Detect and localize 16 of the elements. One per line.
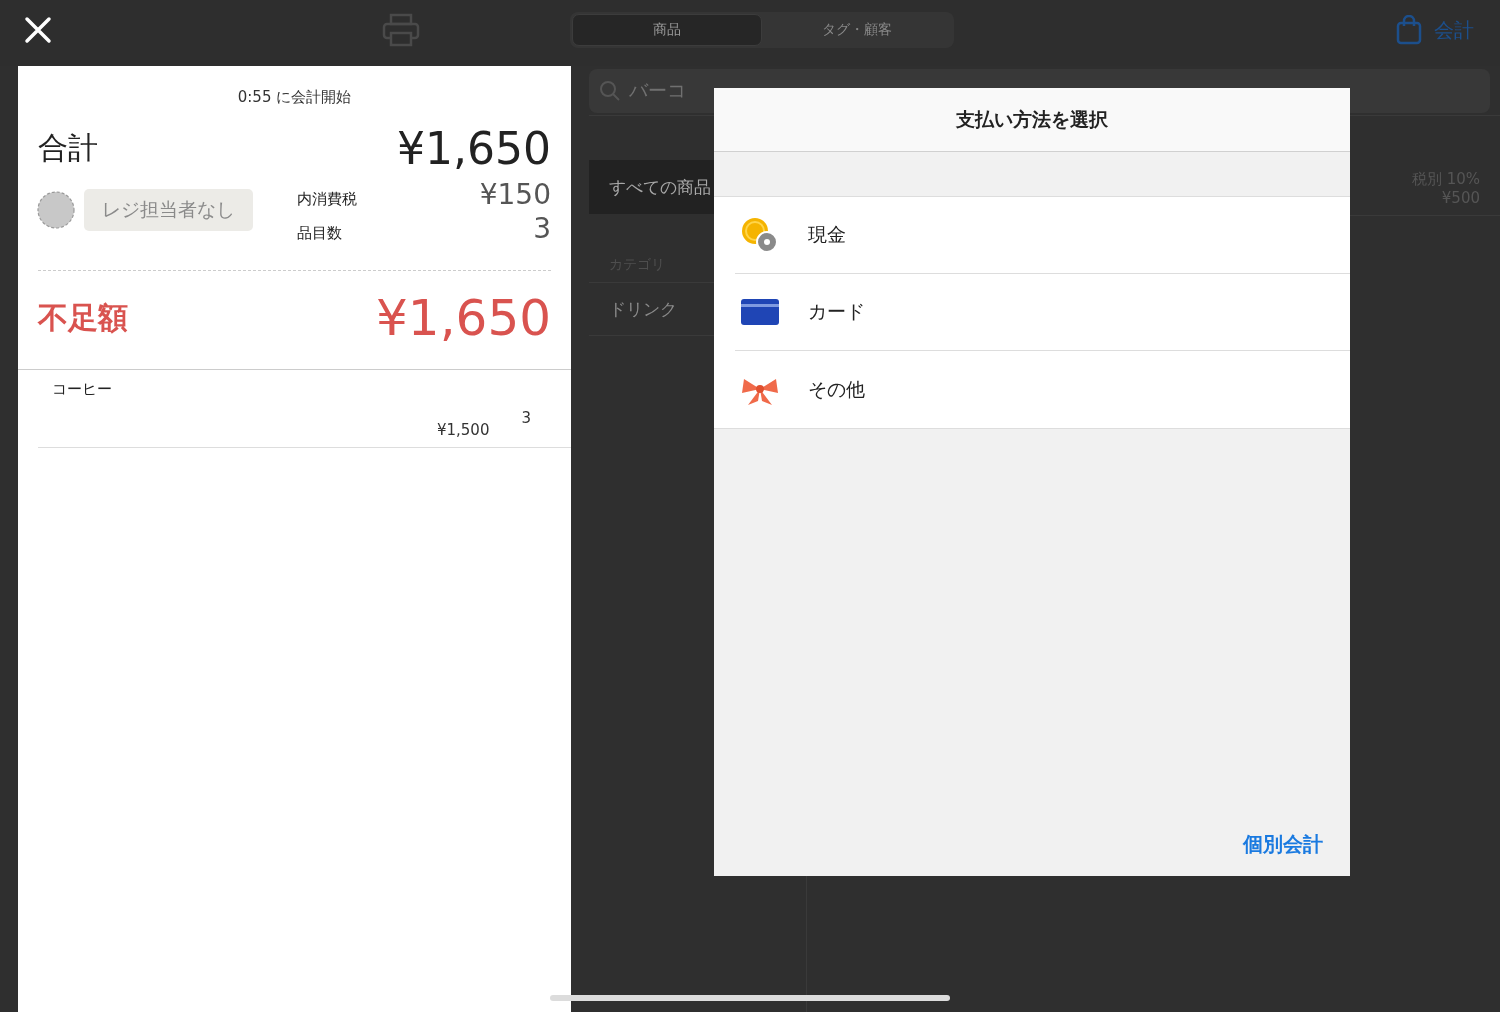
shortage-amount: ¥1,650 <box>376 289 551 347</box>
total-label: 合計 <box>38 129 98 167</box>
item-name: コーヒー <box>52 380 113 399</box>
item-price: ¥1,500 <box>436 421 490 439</box>
total-amount: ¥1,650 <box>397 123 551 174</box>
shortage-label: 不足額 <box>38 298 128 337</box>
item-count: 3 <box>533 212 551 245</box>
item-quantity: 3 <box>521 409 531 427</box>
item-count-label: 品目数 <box>297 224 342 243</box>
method-label: 現金 <box>808 222 846 247</box>
start-time: 0:55 に会計開始 <box>236 87 353 107</box>
tax-amount: ¥150 <box>479 178 551 211</box>
dialog-title: 支払い方法を選択 <box>956 106 1108 132</box>
method-label: カード <box>808 299 865 324</box>
method-label: その他 <box>808 376 865 402</box>
tax-label: 内消費税 <box>297 190 357 209</box>
